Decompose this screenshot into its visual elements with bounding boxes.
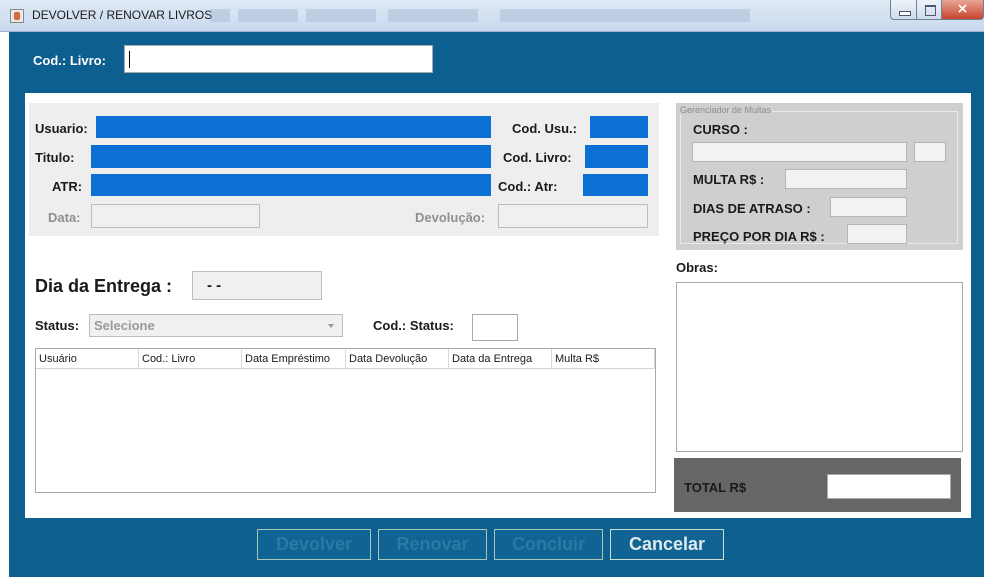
cod-livro-label: Cod. Livro: (503, 150, 572, 165)
dias-atraso-field[interactable] (830, 197, 907, 217)
curso-field[interactable] (692, 142, 907, 162)
status-select[interactable]: Selecione (89, 314, 343, 337)
status-select-value: Selecione (94, 318, 155, 333)
devolucao-label: Devolução: (415, 210, 486, 225)
chevron-down-icon (328, 324, 334, 328)
atr-label: ATR: (52, 179, 83, 194)
dias-atraso-label: DIAS DE ATRASO : (693, 201, 811, 216)
minimize-button[interactable] (890, 0, 917, 20)
multa-field[interactable] (785, 169, 907, 189)
java-app-icon (10, 9, 24, 23)
background-ghost-toolbar (500, 9, 750, 22)
devolucao-field[interactable] (498, 204, 648, 228)
close-button[interactable]: × (941, 0, 984, 20)
table-header: Usuário Cod.: Livro Data Empréstimo Data… (36, 349, 655, 369)
cod-livro-search-input[interactable] (124, 45, 433, 73)
curso-code-field[interactable] (914, 142, 946, 162)
text-caret (129, 51, 130, 68)
status-label: Status: (35, 318, 80, 333)
column-header[interactable]: Usuário (36, 349, 139, 369)
column-header[interactable]: Multa R$ (552, 349, 655, 369)
column-header[interactable]: Data Empréstimo (242, 349, 346, 369)
cod-livro-field[interactable] (585, 145, 648, 168)
background-ghost-item (238, 9, 298, 22)
total-field[interactable] (827, 474, 951, 499)
cod-livro-search-label: Cod.: Livro: (33, 53, 106, 68)
column-header[interactable]: Data da Entrega (449, 349, 552, 369)
titulo-field[interactable] (91, 145, 491, 168)
cod-status-label: Cod.: Status: (373, 318, 454, 333)
background-ghost-item (388, 9, 478, 22)
titulo-label: Titulo: (35, 150, 75, 165)
cod-atr-label: Cod.: Atr: (498, 179, 558, 194)
obras-label: Obras: (676, 260, 718, 275)
cod-usu-field[interactable] (590, 116, 648, 138)
loans-table[interactable]: Usuário Cod.: Livro Data Empréstimo Data… (35, 348, 656, 493)
window-title: DEVOLVER / RENOVAR LIVROS (32, 8, 213, 22)
concluir-button[interactable]: Concluir (494, 529, 603, 560)
background-ghost-item (210, 9, 230, 22)
column-header[interactable]: Cod.: Livro (139, 349, 242, 369)
devolver-button[interactable]: Devolver (257, 529, 371, 560)
window-titlebar: DEVOLVER / RENOVAR LIVROS × (0, 0, 984, 32)
preco-dia-label: PREÇO POR DIA R$ : (693, 229, 825, 244)
fines-manager-legend: Gerenciador de Multas (679, 105, 773, 115)
cancelar-button[interactable]: Cancelar (610, 529, 724, 560)
obras-textarea[interactable] (676, 282, 963, 452)
cod-usu-label: Cod. Usu.: (512, 121, 577, 136)
maximize-button[interactable] (916, 0, 942, 20)
dia-entrega-label: Dia da Entrega : (35, 276, 173, 296)
usuario-label: Usuario: (35, 121, 88, 136)
total-panel: TOTAL R$ (674, 458, 961, 512)
renovar-button[interactable]: Renovar (378, 529, 487, 560)
cod-atr-field[interactable] (583, 174, 648, 196)
background-ghost-item (306, 9, 376, 22)
curso-label: CURSO : (693, 122, 748, 137)
cod-status-field[interactable] (472, 314, 518, 341)
usuario-field[interactable] (96, 116, 491, 138)
dia-entrega-value: - - (207, 277, 222, 294)
data-label: Data: (48, 210, 81, 225)
data-field[interactable] (91, 204, 260, 228)
dia-entrega-field[interactable]: - - (192, 271, 322, 300)
preco-dia-field[interactable] (847, 224, 907, 244)
atr-field[interactable] (91, 174, 491, 196)
total-label: TOTAL R$ (684, 480, 747, 495)
multa-label: MULTA R$ : (693, 172, 765, 187)
column-header[interactable]: Data Devolução (346, 349, 449, 369)
